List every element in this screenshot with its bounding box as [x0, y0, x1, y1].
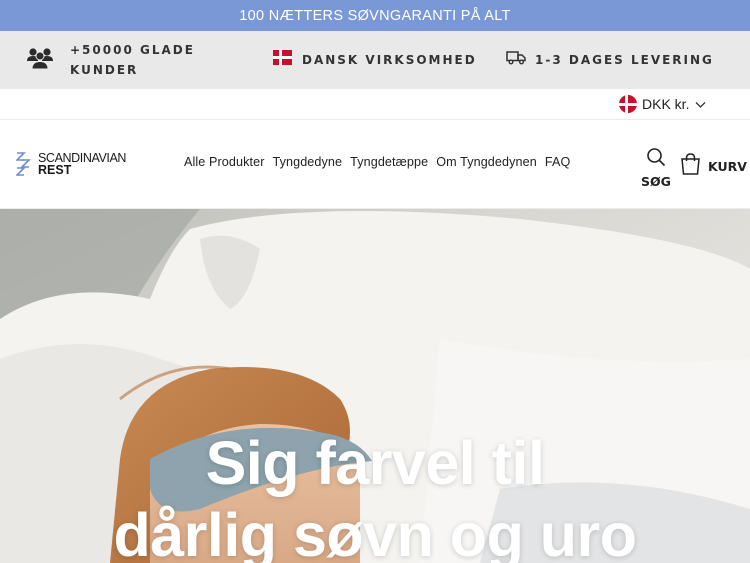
usp-delivery: 1-3 DAGES LEVERING: [506, 50, 714, 70]
announcement-bar: 100 NÆTTERS SØVNGARANTI PÅ ALT: [0, 0, 750, 31]
usp-delivery-text: 1-3 DAGES LEVERING: [535, 53, 714, 67]
search-button[interactable]: SØG: [641, 147, 671, 189]
nav-faq[interactable]: FAQ: [545, 155, 571, 169]
site-header: SCANDINAVIAN REST Alle Produkter Tyngded…: [0, 120, 750, 209]
currency-bar: DKK kr.: [0, 89, 750, 120]
search-icon: [646, 148, 666, 171]
logo-line2: REST: [38, 163, 72, 177]
nav-weighted-duvet[interactable]: Tyngdedyne: [273, 155, 343, 169]
hero-banner: Sig farvel til dårlig søvn og uro: [0, 209, 750, 563]
delivery-truck-icon: [506, 50, 526, 70]
cart-button[interactable]: KURV: [680, 153, 747, 180]
cart-label: KURV: [708, 159, 747, 174]
usp-danish-company-text: DANSK VIRKSOMHED: [302, 53, 477, 67]
nav-all-products[interactable]: Alle Produkter: [184, 155, 265, 169]
chevron-down-icon: [695, 96, 706, 112]
usp-customers: +50000 GLADE KUNDER: [26, 40, 195, 80]
usp-bar: +50000 GLADE KUNDER DANSK VIRKSOMHED 1-3…: [0, 31, 750, 89]
nav-about[interactable]: Om Tyngdedynen: [436, 155, 537, 169]
logo-zzz-icon: [15, 152, 36, 181]
search-label: SØG: [641, 174, 671, 189]
usp-danish-company: DANSK VIRKSOMHED: [273, 50, 477, 70]
currency-label: DKK kr.: [642, 96, 690, 112]
hero-headline: Sig farvel til dårlig søvn og uro: [0, 427, 750, 563]
danish-flag-icon: [273, 50, 292, 70]
logo[interactable]: SCANDINAVIAN REST: [15, 152, 126, 181]
hero-headline-line2: dårlig søvn og uro: [113, 501, 637, 563]
danish-flag-icon: [619, 95, 637, 113]
usp-customers-line2: KUNDER: [70, 63, 139, 77]
hero-headline-line1: Sig farvel til: [205, 429, 545, 497]
usp-customers-line1: +50000 GLADE: [70, 43, 195, 57]
currency-selector[interactable]: DKK kr.: [619, 95, 706, 113]
shopping-bag-icon: [680, 153, 701, 180]
main-nav: Alle Produkter Tyngdedyne Tyngdetæppe Om…: [184, 155, 570, 169]
customers-group-icon: [26, 46, 54, 75]
announcement-text: 100 NÆTTERS SØVNGARANTI PÅ ALT: [239, 7, 511, 24]
nav-weighted-blanket[interactable]: Tyngdetæppe: [350, 155, 428, 169]
